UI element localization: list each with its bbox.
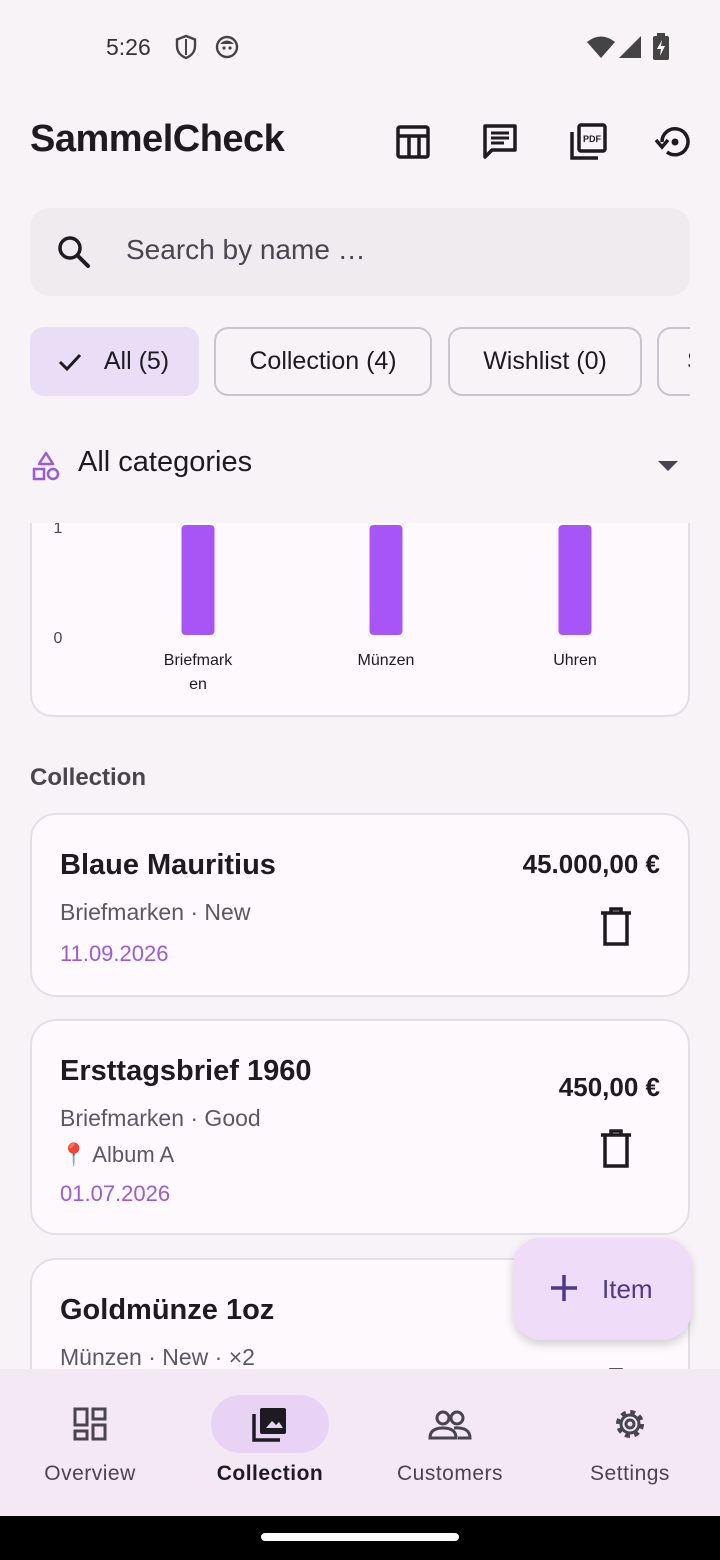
item-name: Ersttagsbrief 1960 (60, 1055, 312, 1087)
chart-bar (558, 525, 592, 635)
item-date: 01.07.2026 (60, 1181, 171, 1206)
chip-all[interactable]: All (5) (30, 327, 199, 396)
x-tick-label: Uhren (553, 652, 597, 669)
chart-bar (181, 525, 215, 635)
chat-icon (483, 124, 517, 159)
chip-collection[interactable]: Collection (4) (214, 327, 432, 396)
pdf-export-button[interactable]: PDF (564, 118, 612, 166)
battery-charging-icon (652, 33, 670, 66)
category-dropdown[interactable]: All categories (30, 432, 690, 496)
dashboard-icon (73, 1407, 107, 1441)
nav-settings-label: Settings (590, 1462, 670, 1485)
add-item-button[interactable]: Item (513, 1238, 691, 1340)
app-bar: SammelCheck PDF (0, 100, 720, 184)
item-meta: Briefmarken · Good (60, 1105, 261, 1131)
settings-icon (616, 1410, 644, 1438)
chart-bar (369, 525, 403, 635)
messages-button[interactable] (476, 118, 524, 166)
item-name: Goldmünze 1oz (60, 1294, 275, 1326)
x-tick-label: Münzen (358, 652, 415, 669)
delete-icon[interactable] (598, 1129, 634, 1169)
pdf-icon: PDF (570, 123, 607, 160)
item-location: 📍 Album A (60, 1142, 175, 1167)
nav-overview-label: Overview (44, 1462, 136, 1485)
wifi-icon (586, 35, 616, 64)
history-button[interactable] (650, 118, 698, 166)
check-icon (58, 353, 81, 371)
filter-chips: All (5) Collection (4) Wishlist (0) S (30, 327, 690, 397)
delete-icon[interactable] (598, 907, 634, 947)
category-chart: 0 1 Briefmark en Münzen Uhren (30, 523, 690, 717)
search-icon (54, 232, 94, 277)
y-tick-label: 1 (54, 523, 63, 537)
system-gesture-bar (0, 1516, 720, 1560)
search-bar[interactable]: Search by name … (30, 208, 690, 296)
item-card[interactable]: Blaue Mauritius Briefmarken · New 11.09.… (30, 813, 690, 997)
status-bar: 5:26 (0, 0, 720, 96)
item-price: 450,00 € (558, 1072, 660, 1102)
table-view-button[interactable] (389, 118, 437, 166)
table-icon (396, 125, 430, 159)
item-meta: Münzen · New · ×2 (60, 1344, 255, 1369)
chip-wishlist-label: Wishlist (0) (483, 347, 607, 375)
x-tick-label: Briefmark (164, 652, 233, 669)
add-item-label: Item (602, 1274, 653, 1304)
dropdown-arrow-icon (658, 461, 678, 471)
shield-icon (174, 34, 198, 65)
section-title: Collection (30, 764, 147, 791)
status-time: 5:26 (106, 34, 151, 60)
nav-collection-label: Collection (216, 1462, 324, 1485)
plus-icon (551, 1275, 577, 1301)
item-date: 11.09.2026 (60, 941, 169, 966)
chart-svg: 0 1 Briefmark en Münzen Uhren (54, 523, 597, 693)
y-tick-label: 0 (54, 630, 63, 647)
gesture-handle[interactable] (261, 1533, 459, 1541)
category-icon (32, 451, 60, 481)
item-name: Blaue Mauritius (60, 849, 276, 881)
x-tick-label: en (189, 676, 207, 693)
nav-overview[interactable]: Overview (0, 1369, 180, 1516)
item-card[interactable]: Ersttagsbrief 1960 Briefmarken · Good 📍 … (30, 1019, 690, 1235)
nav-collection[interactable]: Collection (180, 1369, 360, 1516)
nav-settings[interactable]: Settings (540, 1369, 720, 1516)
category-label: All categories (78, 446, 253, 478)
restore-icon (654, 127, 690, 157)
chip-wishlist[interactable]: Wishlist (0) (448, 327, 642, 396)
item-price: 45.000,00 € (522, 849, 660, 879)
nav-customers-label: Customers (396, 1462, 504, 1485)
signal-icon (618, 35, 642, 64)
chip-more-label: S (687, 347, 690, 376)
item-meta: Briefmarken · New (60, 899, 251, 925)
collections-icon (252, 1408, 286, 1442)
chip-more[interactable]: S (657, 327, 690, 396)
face-icon (215, 34, 239, 65)
app-title: SammelCheck (30, 118, 285, 160)
chip-all-label: All (5) (103, 347, 170, 375)
nav-customers[interactable]: Customers (360, 1369, 540, 1516)
people-icon (428, 1410, 472, 1440)
search-input[interactable]: Search by name … (126, 234, 366, 266)
bottom-navigation: Overview Collection Customers Settings (0, 1369, 720, 1516)
svg-text:PDF: PDF (583, 134, 602, 144)
chip-collection-label: Collection (4) (249, 347, 397, 375)
